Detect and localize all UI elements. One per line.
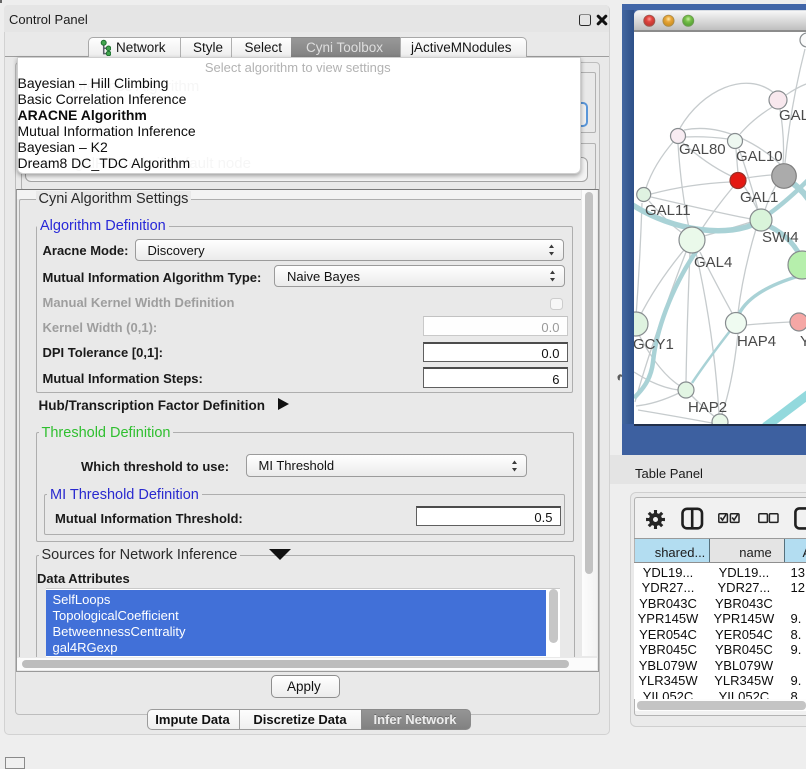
svg-text:YM: YM [800, 333, 806, 350]
svg-text:HAP4: HAP4 [737, 333, 776, 350]
svg-text:GAL80: GAL80 [679, 141, 726, 158]
svg-text:SWI4: SWI4 [762, 229, 799, 246]
svg-text:GAL4: GAL4 [694, 254, 732, 271]
svg-text:GAL11: GAL11 [645, 202, 691, 219]
svg-text:GAL2: GAL2 [779, 107, 806, 124]
svg-text:HAP2: HAP2 [688, 399, 727, 416]
svg-text:GAL10: GAL10 [736, 148, 783, 165]
svg-text:GCY1: GCY1 [634, 336, 674, 353]
svg-text:GAL1: GAL1 [740, 189, 778, 206]
